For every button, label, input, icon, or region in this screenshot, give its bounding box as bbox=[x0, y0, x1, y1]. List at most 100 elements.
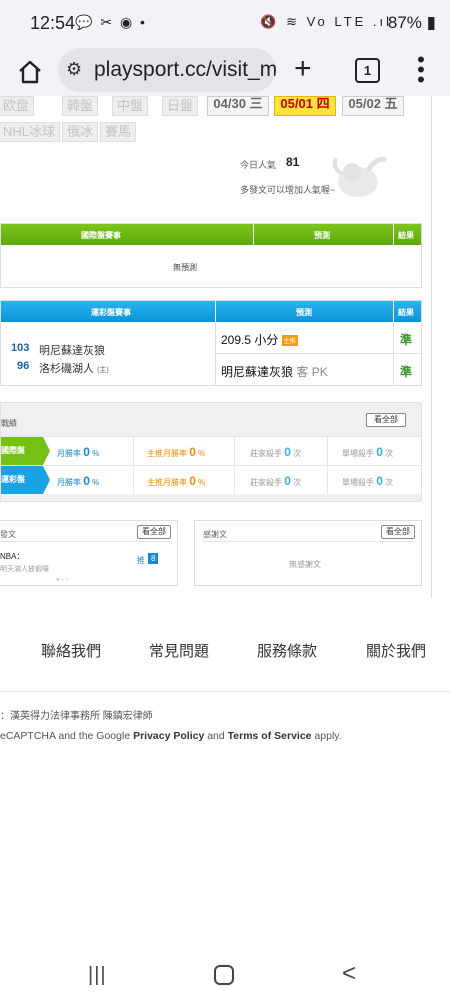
thanks-panel: 感謝文 看全部 無感謝文 bbox=[194, 520, 422, 586]
date-tab[interactable]: 05/02 五 bbox=[342, 96, 404, 116]
home-icon[interactable] bbox=[16, 58, 44, 86]
post-title[interactable]: NBA： bbox=[0, 551, 24, 562]
new-tab-icon[interactable]: + bbox=[294, 54, 312, 84]
address-bar[interactable]: ⚙ playsport.cc/visit_m bbox=[58, 48, 276, 92]
header-result: 結果 bbox=[398, 308, 414, 317]
stat-row-intl: 國際盤 月勝率 0 % 主推月勝率 0 % 莊家殺手 0 次 單場殺手 0 次 bbox=[1, 436, 421, 465]
single-value: 0 bbox=[376, 474, 383, 488]
no-thanks-text: 無感謝文 bbox=[289, 560, 321, 569]
header-prediction: 預測 bbox=[314, 231, 330, 240]
recaptcha-notice: eCAPTCHA and the Google Privacy Policy a… bbox=[0, 730, 342, 742]
stats-panel: 戰績 看全部 國際盤 月勝率 0 % 主推月勝率 0 % 莊家殺手 0 次 單場… bbox=[0, 402, 422, 502]
footer-link-about[interactable]: 關於我們 bbox=[366, 640, 426, 661]
times-unit: 次 bbox=[385, 478, 394, 487]
month-rate-value: 0 bbox=[83, 445, 90, 459]
banker-value: 0 bbox=[284, 474, 291, 488]
stat-row-lottery: 運彩盤 月勝率 0 % 主推月勝率 0 % 莊家殺手 0 次 單場殺手 0 次 bbox=[1, 465, 421, 494]
status-bar: 12:54 💬 ✂ ◉ • 🔇 ≋ Vo LTE .ıl 87% ▮ bbox=[0, 0, 450, 46]
tab-switcher-icon[interactable]: 1 bbox=[355, 58, 380, 83]
footer-link-contact[interactable]: 聯絡我們 bbox=[41, 640, 101, 661]
popularity-label: 今日人氣 bbox=[240, 160, 277, 170]
league-tag[interactable]: 中盤 bbox=[112, 96, 149, 116]
header-match: 國際盤賽事 bbox=[81, 231, 121, 240]
banker-label: 莊家殺手 bbox=[250, 449, 282, 458]
main-month-value: 0 bbox=[189, 474, 196, 488]
month-rate-label: 月勝率 bbox=[57, 449, 81, 458]
times-unit: 次 bbox=[385, 449, 394, 458]
banker-killer: 莊家殺手 0 次 bbox=[250, 474, 301, 488]
posts-panel: 發文 看全部 NBA： 明天湖人放假囉 推 8 ●○○ bbox=[0, 520, 178, 586]
times-unit: 次 bbox=[293, 449, 302, 458]
popularity-hint: 多發文可以增加人氣喔~ bbox=[240, 185, 336, 195]
stats-view-all-button[interactable]: 看全部 bbox=[366, 413, 406, 427]
signal-icons: 🔇 ≋ Vo LTE .ıl bbox=[260, 14, 392, 29]
prediction-total-text: 209.5 小分 bbox=[221, 333, 279, 347]
single-killer: 單場殺手 0 次 bbox=[342, 445, 393, 459]
month-rate-label: 月勝率 bbox=[57, 478, 81, 487]
league-tag[interactable]: 俄冰 bbox=[62, 122, 99, 142]
stat-tag: 運彩盤 bbox=[1, 466, 43, 494]
home-score: 96 bbox=[17, 360, 30, 372]
main-month-label: 主推月勝率 bbox=[147, 449, 187, 458]
status-time: 12:54 bbox=[30, 13, 76, 33]
recaptcha-apply: apply. bbox=[311, 730, 342, 742]
result-badge: 準 bbox=[400, 365, 413, 379]
single-label: 單場殺手 bbox=[342, 449, 374, 458]
main-month-value: 0 bbox=[189, 445, 196, 459]
carousel-dots[interactable]: ●○○ bbox=[56, 577, 70, 583]
menu-icon[interactable]: • • • bbox=[416, 49, 426, 91]
home-team-name: 洛杉磯湖人 bbox=[39, 363, 94, 375]
table-header: 國際盤賽事 預測 結果 bbox=[1, 224, 421, 245]
league-tag[interactable]: 日盤 bbox=[162, 96, 199, 116]
home-team[interactable]: 洛杉磯湖人 (主) bbox=[39, 360, 109, 376]
away-team[interactable]: 明尼蘇達灰狼 bbox=[39, 342, 105, 358]
posts-view-all-button[interactable]: 看全部 bbox=[137, 525, 171, 539]
month-rate: 月勝率 0 % bbox=[57, 474, 99, 488]
prediction-side-text: 明尼蘇達灰狼 bbox=[221, 365, 294, 379]
date-tab[interactable]: 04/30 三 bbox=[207, 96, 269, 116]
league-tag[interactable]: NHL冰球 bbox=[0, 122, 61, 142]
date-tab-active[interactable]: 05/01 四 bbox=[274, 96, 336, 116]
header-match: 運彩盤賽事 bbox=[91, 308, 131, 317]
post-subtitle[interactable]: 明天湖人放假囉 bbox=[0, 564, 49, 574]
stat-tag: 國際盤 bbox=[1, 437, 43, 465]
thanks-view-all-button[interactable]: 看全部 bbox=[381, 525, 415, 539]
recaptcha-and: and bbox=[204, 730, 228, 742]
home-button-icon[interactable] bbox=[214, 965, 234, 985]
notification-icons: 💬 ✂ ◉ • bbox=[75, 14, 147, 30]
table-header: 運彩盤賽事 預測 結果 bbox=[1, 301, 421, 322]
footer-link-terms[interactable]: 服務條款 bbox=[257, 640, 317, 661]
main-month-rate: 主推月勝率 0 % bbox=[147, 474, 205, 488]
battery-indicator: 87% ▮ bbox=[387, 13, 436, 32]
panel-border bbox=[431, 96, 432, 598]
result-badge: 準 bbox=[400, 333, 413, 347]
league-tag[interactable]: 韓盤 bbox=[62, 96, 99, 116]
back-icon[interactable]: < bbox=[342, 960, 356, 988]
banker-label: 莊家殺手 bbox=[250, 478, 282, 487]
no-prediction-text: 無預測 bbox=[173, 263, 197, 272]
header-prediction: 預測 bbox=[296, 308, 312, 317]
recaptcha-pre: eCAPTCHA and the Google bbox=[0, 730, 134, 742]
times-unit: 次 bbox=[293, 478, 302, 487]
url-text[interactable]: playsport.cc/visit_m bbox=[94, 58, 276, 82]
terms-of-service-link[interactable]: Terms of Service bbox=[228, 730, 312, 742]
main-pick-badge: 主推 bbox=[281, 335, 298, 347]
privacy-policy-link[interactable]: Privacy Policy bbox=[133, 730, 204, 742]
footer-link-faq[interactable]: 常見問題 bbox=[149, 640, 209, 661]
percent-unit: % bbox=[198, 478, 206, 487]
percent-unit: % bbox=[198, 449, 206, 458]
battery-percent: 87% bbox=[387, 13, 422, 32]
banker-killer: 莊家殺手 0 次 bbox=[250, 445, 301, 459]
site-settings-icon[interactable]: ⚙ bbox=[66, 59, 82, 80]
month-rate: 月勝率 0 % bbox=[57, 445, 99, 459]
posts-title: 發文 bbox=[0, 530, 16, 539]
recent-apps-icon[interactable]: ||| bbox=[88, 964, 107, 987]
thanks-title: 感謝文 bbox=[203, 530, 227, 539]
away-score: 103 bbox=[11, 342, 30, 354]
system-nav-bar: ||| < bbox=[0, 956, 450, 1000]
league-tag[interactable]: 賽馬 bbox=[100, 122, 137, 142]
single-killer: 單場殺手 0 次 bbox=[342, 474, 393, 488]
league-tag[interactable]: 欧盘 bbox=[0, 96, 35, 116]
percent-unit: % bbox=[92, 449, 100, 458]
push-label: 推 bbox=[137, 556, 145, 565]
